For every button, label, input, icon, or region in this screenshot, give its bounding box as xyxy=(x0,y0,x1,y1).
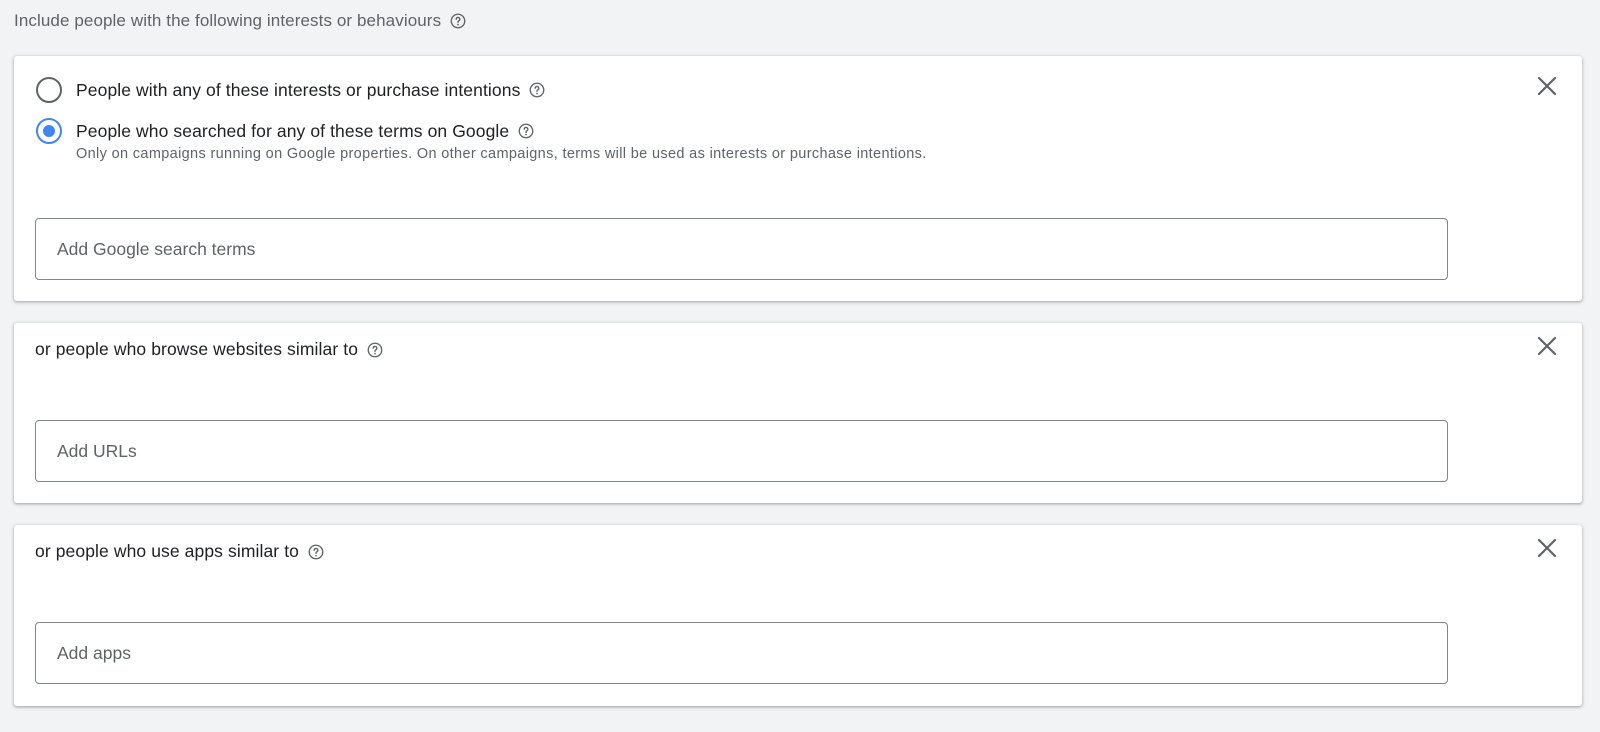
help-circle-icon[interactable] xyxy=(449,12,467,30)
help-circle-icon[interactable] xyxy=(307,543,325,561)
urls-input[interactable] xyxy=(35,420,1448,482)
radio-search-terms-description: Only on campaigns running on Google prop… xyxy=(76,146,927,162)
radio-option-search-terms[interactable]: People who searched for any of these ter… xyxy=(36,118,927,162)
radio-search-terms[interactable] xyxy=(36,118,62,144)
section-title: Include people with the following intere… xyxy=(14,11,442,30)
help-circle-icon[interactable] xyxy=(366,341,384,359)
similar-apps-label: or people who use apps similar to xyxy=(35,541,299,561)
similar-apps-label-row: or people who use apps similar to xyxy=(35,541,325,562)
section-header: Include people with the following intere… xyxy=(14,11,467,31)
similar-websites-label-row: or people who browse websites similar to xyxy=(35,339,384,360)
similar-apps-card: or people who use apps similar to xyxy=(14,525,1582,706)
google-search-terms-input[interactable] xyxy=(35,218,1448,280)
radio-interests-label: People with any of these interests or pu… xyxy=(76,80,521,100)
close-icon[interactable] xyxy=(1534,73,1560,99)
similar-websites-label: or people who browse websites similar to xyxy=(35,339,359,359)
apps-input[interactable] xyxy=(35,622,1448,684)
radio-interests[interactable] xyxy=(36,77,62,103)
similar-websites-card: or people who browse websites similar to xyxy=(14,323,1582,503)
radio-option-interests[interactable]: People with any of these interests or pu… xyxy=(36,77,546,103)
radio-search-terms-label: People who searched for any of these ter… xyxy=(76,121,510,141)
help-circle-icon[interactable] xyxy=(528,81,546,99)
close-icon[interactable] xyxy=(1534,333,1560,359)
audience-interests-page: Include people with the following intere… xyxy=(0,0,1600,732)
search-terms-card: People with any of these interests or pu… xyxy=(14,56,1582,301)
close-icon[interactable] xyxy=(1534,535,1560,561)
help-circle-icon[interactable] xyxy=(517,122,535,140)
